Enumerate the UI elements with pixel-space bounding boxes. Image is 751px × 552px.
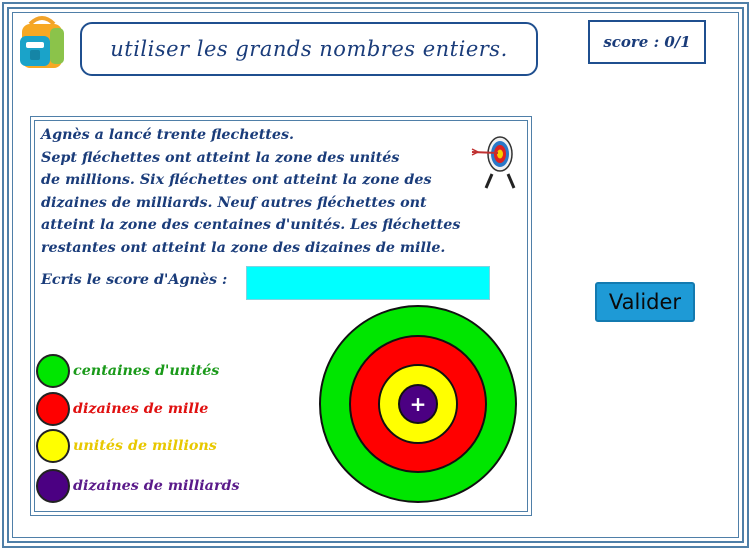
validate-button[interactable]: Valider bbox=[595, 282, 695, 322]
archery-target-icon bbox=[471, 136, 516, 189]
legend-item-dizaines-mille: dizaines de mille bbox=[36, 390, 208, 428]
exercise-title-box: utiliser les grands nombres entiers. bbox=[80, 22, 538, 76]
answer-input[interactable] bbox=[246, 266, 490, 300]
problem-line: de millions. Six fléchettes ont atteint … bbox=[41, 172, 432, 189]
problem-line: Sept fléchettes ont atteint la zone des … bbox=[41, 149, 400, 166]
legend-dot-yellow bbox=[36, 429, 70, 463]
legend-item-centaines-unites: centaines d'unités bbox=[36, 352, 219, 390]
legend-item-unites-millions: unités de millions bbox=[36, 427, 217, 465]
score-box: score : 0/1 bbox=[588, 20, 706, 64]
legend-label: centaines d'unités bbox=[73, 363, 220, 379]
problem-line: dizaines de milliards. Neuf autres fléch… bbox=[41, 194, 427, 211]
legend-dot-purple bbox=[36, 469, 70, 503]
legend-label: unités de millions bbox=[73, 438, 217, 454]
problem-line: atteint la zone des centaines d'unités. … bbox=[41, 217, 461, 234]
problem-line: restantes ont atteint la zone des dizain… bbox=[41, 239, 446, 256]
dart-target: + bbox=[319, 305, 517, 503]
problem-statement: Agnès a lancé trente flechettes. Sept fl… bbox=[41, 124, 511, 260]
backpack-icon bbox=[20, 16, 64, 68]
exercise-title: utiliser les grands nombres entiers. bbox=[110, 37, 508, 61]
score-text: score : 0/1 bbox=[603, 33, 691, 51]
legend-dot-green bbox=[36, 354, 70, 388]
legend-label: dizaines de milliards bbox=[73, 478, 240, 494]
target-center-plus: + bbox=[410, 392, 427, 416]
legend-label: dizaines de mille bbox=[73, 401, 209, 417]
legend-dot-red bbox=[36, 392, 70, 426]
legend-item-dizaines-milliards: dizaines de milliards bbox=[36, 467, 240, 505]
answer-prompt: Ecris le score d'Agnès : bbox=[41, 272, 228, 288]
problem-line: Agnès a lancé trente flechettes. bbox=[41, 127, 295, 143]
